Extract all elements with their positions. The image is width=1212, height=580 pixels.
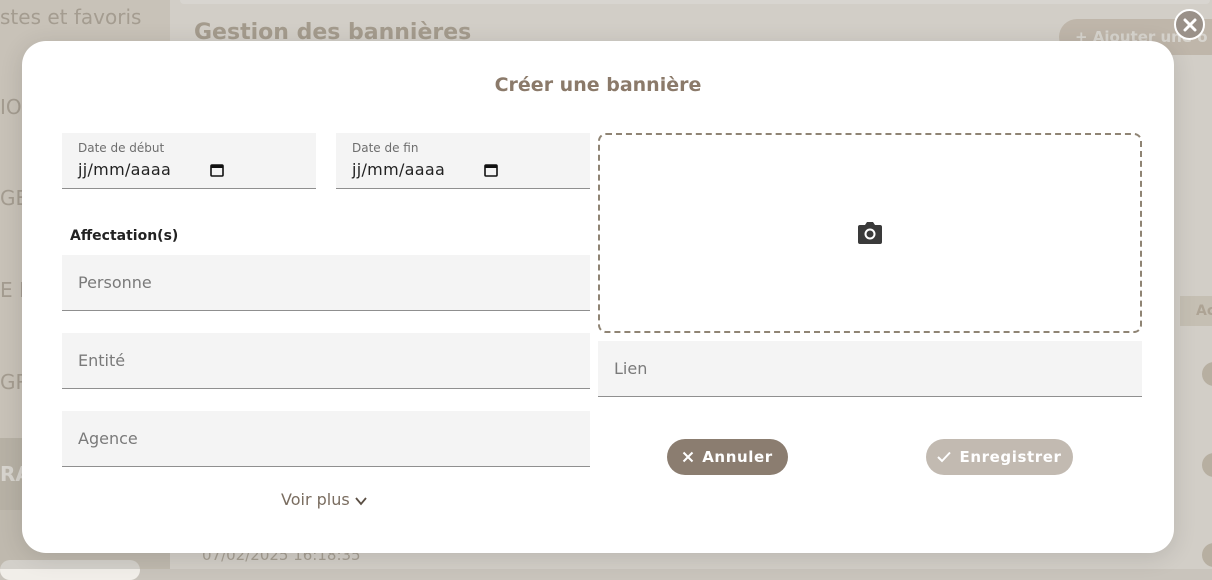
create-banner-modal: Créer une bannière Date de début jj/mm/a…	[22, 41, 1174, 553]
entity-input[interactable]: Entité	[62, 333, 590, 389]
calendar-icon[interactable]	[484, 163, 498, 177]
end-date-label: Date de fin	[352, 141, 419, 155]
save-label: Enregistrer	[959, 448, 1062, 466]
chevron-down-icon	[354, 497, 367, 506]
agency-placeholder: Agence	[78, 429, 138, 448]
link-placeholder: Lien	[614, 359, 648, 378]
check-icon	[937, 451, 952, 463]
start-date-value[interactable]: jj/mm/aaaa	[78, 160, 171, 179]
agency-input[interactable]: Agence	[62, 411, 590, 467]
person-input[interactable]: Personne	[62, 255, 590, 311]
start-date-label: Date de début	[78, 141, 165, 155]
close-button[interactable]	[1174, 9, 1205, 40]
x-icon	[683, 451, 694, 463]
see-more-link[interactable]: Voir plus	[281, 490, 368, 509]
save-button[interactable]: Enregistrer	[926, 439, 1073, 475]
cancel-label: Annuler	[702, 448, 773, 466]
camera-icon	[858, 222, 882, 244]
close-icon	[1183, 18, 1196, 31]
modal-title: Créer une bannière	[494, 74, 702, 96]
see-more-label: Voir plus	[281, 490, 350, 509]
entity-placeholder: Entité	[78, 351, 126, 370]
link-input[interactable]: Lien	[598, 341, 1142, 397]
start-date-field[interactable]: Date de début jj/mm/aaaa	[62, 133, 316, 189]
assignments-label: Affectation(s)	[70, 228, 179, 244]
cancel-button[interactable]: Annuler	[667, 439, 788, 475]
end-date-value[interactable]: jj/mm/aaaa	[352, 160, 445, 179]
person-placeholder: Personne	[78, 273, 152, 292]
image-upload-dropzone[interactable]	[598, 133, 1142, 333]
calendar-icon[interactable]	[210, 163, 224, 177]
end-date-field[interactable]: Date de fin jj/mm/aaaa	[336, 133, 590, 189]
